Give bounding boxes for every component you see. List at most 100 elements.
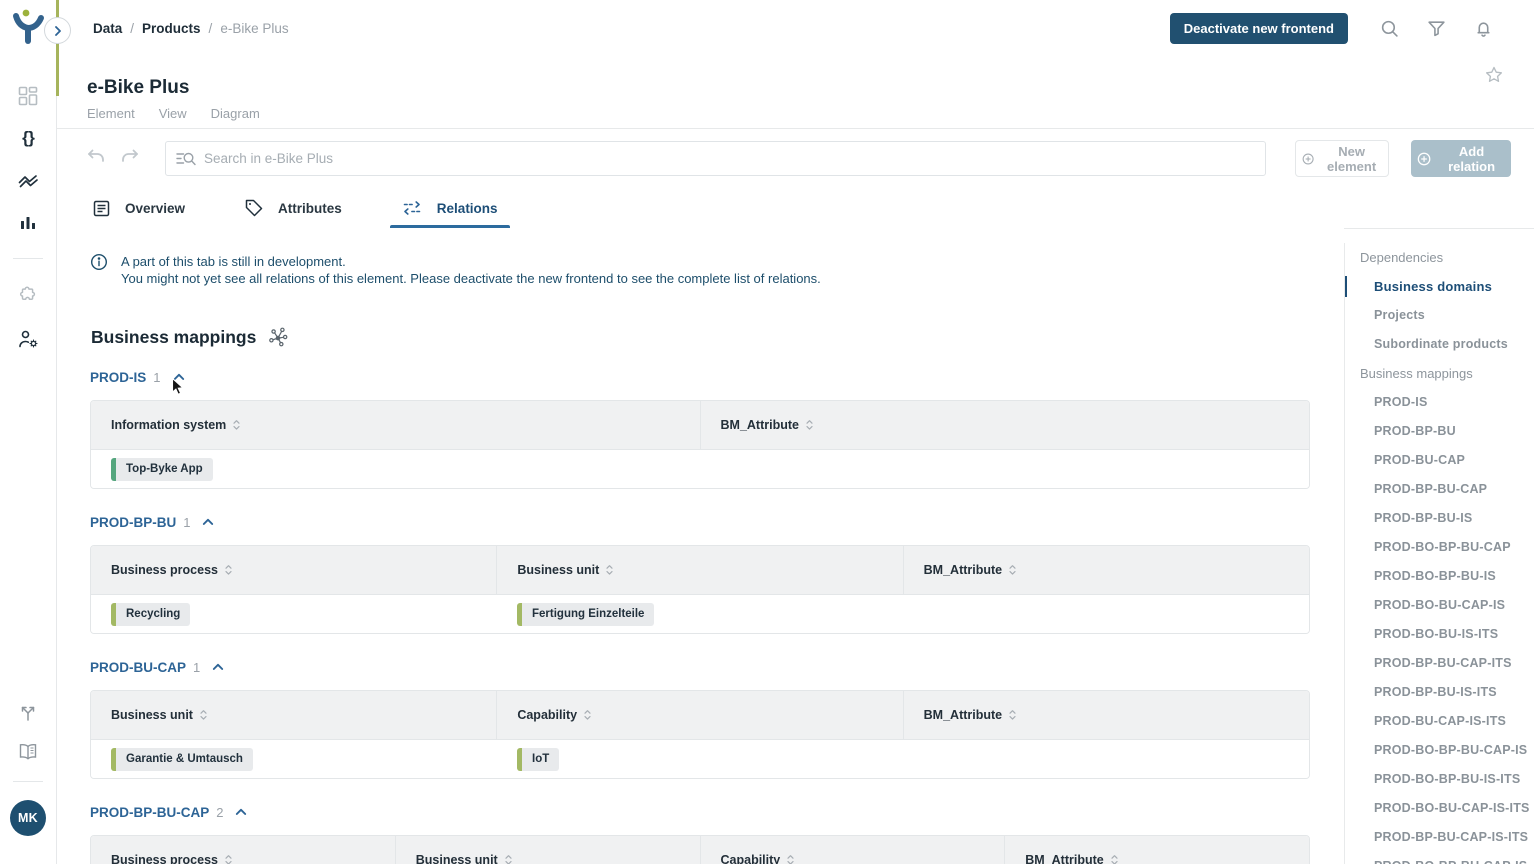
mapping-section-count: 1 bbox=[193, 660, 200, 675]
mapping-section-name[interactable]: PROD-BP-BU-CAP bbox=[90, 805, 209, 820]
column-header-label: BM_Attribute bbox=[924, 708, 1002, 722]
bar-chart-icon[interactable] bbox=[18, 213, 38, 233]
sort-icon[interactable] bbox=[1009, 564, 1016, 576]
column-header[interactable]: BM_Attribute bbox=[903, 546, 1309, 594]
sort-icon[interactable] bbox=[1111, 854, 1118, 864]
sort-icon[interactable] bbox=[787, 854, 794, 864]
chevron-up-icon[interactable] bbox=[173, 373, 185, 381]
redo-icon[interactable] bbox=[121, 149, 139, 165]
nav-item[interactable]: PROD-BO-BU-CAP-IS bbox=[1345, 591, 1534, 620]
column-header[interactable]: Capability bbox=[496, 691, 902, 739]
column-header-label: Business unit bbox=[111, 708, 193, 722]
search-button[interactable] bbox=[1380, 19, 1399, 38]
nav-item[interactable]: Projects bbox=[1345, 301, 1534, 330]
nav-item[interactable]: Subordinate products bbox=[1345, 330, 1534, 359]
tab-overview[interactable]: Overview bbox=[57, 189, 215, 227]
filter-button[interactable] bbox=[1427, 19, 1446, 38]
nav-item[interactable]: PROD-BO-BU-IS-ITS bbox=[1345, 620, 1534, 649]
mapping-sections: PROD-IS 1 Information system BM_Attribute To… bbox=[90, 366, 1310, 864]
nav-item[interactable]: PROD-BU-CAP bbox=[1345, 446, 1534, 475]
sort-icon[interactable] bbox=[200, 709, 207, 721]
nav-item[interactable]: PROD-BU-CAP-IS-ITS bbox=[1345, 707, 1534, 736]
column-header-label: Capability bbox=[517, 708, 577, 722]
column-header[interactable]: Capability bbox=[700, 836, 1005, 864]
sort-icon[interactable] bbox=[233, 419, 240, 431]
entity-tag[interactable]: Garantie & Umtausch bbox=[111, 748, 253, 771]
nav-item[interactable]: PROD-BP-BU-CAP bbox=[1345, 475, 1534, 504]
dashboard-icon[interactable] bbox=[17, 85, 39, 107]
search-icon bbox=[1380, 19, 1399, 38]
mapping-table: Information system BM_Attribute Top-Byke A… bbox=[90, 400, 1310, 489]
sort-icon[interactable] bbox=[1009, 709, 1016, 721]
column-header[interactable]: Business process bbox=[91, 836, 395, 864]
menu-view[interactable]: View bbox=[159, 106, 187, 121]
entity-tag[interactable]: Recycling bbox=[111, 603, 190, 626]
breadcrumb-products[interactable]: Products bbox=[142, 21, 201, 36]
chevron-up-icon[interactable] bbox=[202, 518, 214, 526]
column-header[interactable]: Business unit bbox=[91, 691, 496, 739]
entity-tag[interactable]: IoT bbox=[517, 748, 559, 771]
table-cell: Fertigung Einzelteile bbox=[497, 595, 903, 633]
chevron-up-icon[interactable] bbox=[235, 808, 247, 816]
mapping-section-name[interactable]: PROD-IS bbox=[90, 370, 146, 385]
entity-tag[interactable]: Fertigung Einzelteile bbox=[517, 603, 654, 626]
nav-item[interactable]: PROD-IS bbox=[1345, 388, 1534, 417]
column-header[interactable]: Business process bbox=[91, 546, 496, 594]
sort-icon[interactable] bbox=[505, 854, 512, 864]
breadcrumb-data[interactable]: Data bbox=[93, 21, 122, 36]
user-avatar[interactable]: MK bbox=[10, 800, 46, 836]
nav-item[interactable]: PROD-BP-BU-IS bbox=[1345, 504, 1534, 533]
nav-item[interactable]: PROD-BP-BU bbox=[1345, 417, 1534, 446]
documentation-book-icon[interactable] bbox=[18, 743, 38, 761]
mapping-section-name[interactable]: PROD-BP-BU bbox=[90, 515, 176, 530]
nav-item[interactable]: PROD-BO-BU-CAP-IS-ITS bbox=[1345, 794, 1534, 823]
menu-diagram[interactable]: Diagram bbox=[211, 106, 260, 121]
code-braces-icon[interactable]: { } bbox=[22, 128, 34, 148]
nav-item[interactable]: PROD-BO-BP-BU-CAP-IS bbox=[1345, 736, 1534, 765]
column-header[interactable]: Business unit bbox=[496, 546, 902, 594]
sort-icon[interactable] bbox=[606, 564, 613, 576]
entity-tag[interactable]: Top-Byke App bbox=[111, 458, 213, 481]
page-header: Data / Products / e-Bike Plus Deactivate… bbox=[57, 0, 1534, 129]
column-header[interactable]: BM_Attribute bbox=[903, 691, 1309, 739]
nav-item[interactable]: PROD-BO-BP-BU-CAP bbox=[1345, 533, 1534, 562]
notifications-button[interactable] bbox=[1474, 19, 1493, 38]
sort-icon[interactable] bbox=[584, 709, 591, 721]
branch-share-icon[interactable] bbox=[18, 703, 38, 723]
undo-icon[interactable] bbox=[87, 149, 105, 165]
menu-element[interactable]: Element bbox=[87, 106, 135, 121]
tab-relations[interactable]: Relations bbox=[372, 189, 528, 227]
add-relation-button[interactable]: Add relation bbox=[1411, 140, 1511, 177]
column-header[interactable]: BM_Attribute bbox=[1004, 836, 1309, 864]
tab-attributes[interactable]: Attributes bbox=[215, 189, 372, 227]
breadcrumb: Data / Products / e-Bike Plus bbox=[93, 21, 289, 36]
nav-item[interactable]: PROD-BO-BP-BU-CAP-IS- bbox=[1345, 852, 1534, 864]
column-header[interactable]: Information system bbox=[91, 401, 700, 449]
favorite-star-icon[interactable] bbox=[1484, 65, 1504, 85]
nav-item[interactable]: PROD-BO-BP-BU-IS bbox=[1345, 562, 1534, 591]
column-header-label: Information system bbox=[111, 418, 226, 432]
puzzle-icon[interactable] bbox=[17, 285, 39, 307]
sort-icon[interactable] bbox=[225, 854, 232, 864]
app-logo[interactable] bbox=[10, 8, 46, 48]
network-hub-icon[interactable] bbox=[267, 326, 289, 348]
sort-icon[interactable] bbox=[225, 564, 232, 576]
nav-item[interactable]: PROD-BP-BU-CAP-ITS bbox=[1345, 649, 1534, 678]
user-settings-icon[interactable] bbox=[17, 328, 39, 350]
mapping-section-name[interactable]: PROD-BU-CAP bbox=[90, 660, 186, 675]
flows-icon[interactable] bbox=[17, 170, 39, 192]
nav-item[interactable]: PROD-BO-BP-BU-IS-ITS bbox=[1345, 765, 1534, 794]
deactivate-frontend-button[interactable]: Deactivate new frontend bbox=[1170, 13, 1348, 44]
nav-item[interactable]: PROD-BP-BU-CAP-IS-ITS bbox=[1345, 823, 1534, 852]
chevron-up-icon[interactable] bbox=[212, 663, 224, 671]
nav-item[interactable]: Business domains bbox=[1345, 272, 1534, 301]
column-header[interactable]: BM_Attribute bbox=[700, 401, 1310, 449]
new-element-button[interactable]: New element bbox=[1295, 140, 1389, 177]
sidebar-expand-button[interactable] bbox=[44, 17, 71, 44]
nav-item[interactable]: PROD-BP-BU-IS-ITS bbox=[1345, 678, 1534, 707]
column-header[interactable]: Business unit bbox=[395, 836, 700, 864]
sort-icon[interactable] bbox=[806, 419, 813, 431]
development-notice: A part of this tab is still in developme… bbox=[90, 253, 821, 287]
table-cell bbox=[903, 740, 1309, 778]
search-input[interactable] bbox=[165, 141, 1266, 176]
